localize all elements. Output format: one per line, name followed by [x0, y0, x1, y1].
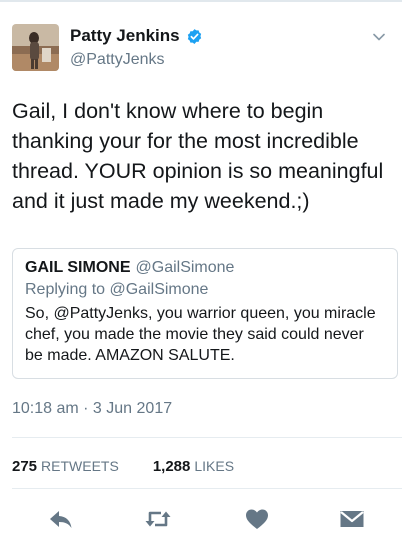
quoted-replying-to: Replying to @GailSimone	[25, 281, 209, 298]
quoted-author-handle: @GailSimone	[135, 259, 235, 276]
envelope-icon	[340, 511, 364, 527]
avatar[interactable]	[12, 24, 59, 71]
retweets-count: 275	[12, 458, 38, 475]
quoted-author-name: GAIL SIMONE	[25, 259, 131, 276]
like-button[interactable]	[243, 505, 271, 533]
avatar-image	[12, 24, 59, 71]
retweet-icon	[145, 511, 171, 527]
divider	[12, 437, 402, 438]
direct-message-button[interactable]	[338, 505, 366, 533]
quoted-tweet-header: GAIL SIMONE @GailSimone	[25, 259, 385, 277]
reply-icon	[50, 511, 72, 528]
reply-button[interactable]	[47, 505, 75, 533]
likes-label: LIKES	[194, 458, 235, 474]
quoted-tweet[interactable]: GAIL SIMONE @GailSimone Replying to @Gai…	[12, 248, 398, 379]
top-divider	[0, 0, 402, 2]
verified-badge-icon	[187, 28, 201, 44]
author-handle[interactable]: @PattyJenks	[70, 51, 203, 69]
tweet-text: Gail, I don't know where to begin thanki…	[12, 99, 384, 213]
divider	[12, 488, 402, 489]
author-block: Patty Jenkins @PattyJenks	[70, 26, 203, 69]
display-name-row: Patty Jenkins	[70, 26, 203, 46]
tweet-timestamp[interactable]: 10:18 am · 3 Jun 2017	[12, 400, 172, 418]
tweet-header: Patty Jenkins @PattyJenks	[12, 24, 390, 80]
heart-icon	[246, 509, 268, 529]
likes-stat[interactable]: 1,288 LIKES	[153, 458, 234, 475]
author-display-name[interactable]: Patty Jenkins	[70, 26, 180, 46]
engagement-stats: 275 RETWEETS 1,288 LIKES	[12, 458, 234, 475]
chevron-down-icon[interactable]	[372, 30, 386, 44]
retweets-label: RETWEETS	[41, 458, 119, 474]
retweet-button[interactable]	[144, 505, 172, 533]
retweets-stat[interactable]: 275 RETWEETS	[12, 458, 119, 475]
likes-count: 1,288	[152, 458, 191, 475]
action-bar	[0, 505, 402, 535]
quoted-tweet-text: So, @PattyJenks, you warrior queen, you …	[25, 305, 376, 364]
